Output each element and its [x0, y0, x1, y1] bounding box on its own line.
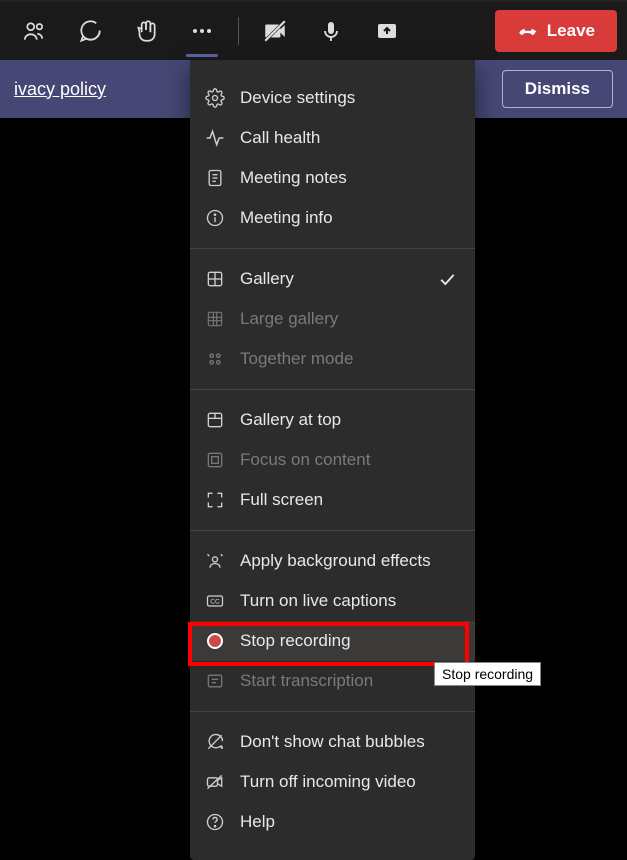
menu-stop-recording[interactable]: Stop recording: [190, 621, 475, 661]
people-button[interactable]: [10, 7, 58, 55]
chat-off-icon: [204, 731, 226, 753]
menu-call-health[interactable]: Call health: [190, 118, 475, 158]
camera-off-button[interactable]: [251, 7, 299, 55]
leave-button[interactable]: Leave: [495, 10, 617, 52]
menu-separator: [190, 389, 475, 390]
menu-label: Turn off incoming video: [240, 772, 416, 792]
transcript-icon: [204, 670, 226, 692]
menu-full-screen[interactable]: Full screen: [190, 480, 475, 520]
chat-button[interactable]: [66, 7, 114, 55]
menu-start-transcription: Start transcription: [190, 661, 475, 701]
dismiss-label: Dismiss: [525, 79, 590, 98]
notes-icon: [204, 167, 226, 189]
focus-icon: [204, 449, 226, 471]
pulse-icon: [204, 127, 226, 149]
menu-label: Don't show chat bubbles: [240, 732, 425, 752]
help-icon: [204, 811, 226, 833]
menu-turn-on-live-captions[interactable]: CC Turn on live captions: [190, 581, 475, 621]
tooltip-stop-recording: Stop recording: [434, 662, 541, 686]
menu-separator: [190, 248, 475, 249]
menu-label: Turn on live captions: [240, 591, 396, 611]
active-indicator: [186, 54, 218, 57]
fullscreen-icon: [204, 489, 226, 511]
menu-label: Help: [240, 812, 275, 832]
menu-apply-background-effects[interactable]: Apply background effects: [190, 541, 475, 581]
menu-label: Meeting info: [240, 208, 333, 228]
menu-label: Start transcription: [240, 671, 373, 691]
toolbar-divider: [238, 17, 239, 45]
share-button[interactable]: [363, 7, 411, 55]
menu-label: Full screen: [240, 490, 323, 510]
effects-icon: [204, 550, 226, 572]
grid-icon: [204, 268, 226, 290]
reactions-button[interactable]: [122, 7, 170, 55]
check-icon: [437, 269, 457, 289]
layout-top-icon: [204, 409, 226, 431]
svg-text:CC: CC: [210, 599, 220, 606]
info-icon: [204, 207, 226, 229]
menu-large-gallery: Large gallery: [190, 299, 475, 339]
menu-dont-show-chat-bubbles[interactable]: Don't show chat bubbles: [190, 722, 475, 762]
hangup-icon: [517, 20, 539, 42]
menu-device-settings[interactable]: Device settings: [190, 78, 475, 118]
menu-separator: [190, 530, 475, 531]
cc-icon: CC: [204, 590, 226, 612]
more-actions-menu: Device settings Call health Meeting note…: [190, 60, 475, 860]
menu-focus-on-content: Focus on content: [190, 440, 475, 480]
privacy-policy-link[interactable]: ivacy policy: [14, 79, 106, 100]
menu-meeting-notes[interactable]: Meeting notes: [190, 158, 475, 198]
menu-label: Large gallery: [240, 309, 338, 329]
menu-separator: [190, 711, 475, 712]
gear-icon: [204, 87, 226, 109]
leave-label: Leave: [547, 21, 595, 41]
menu-label: Stop recording: [240, 631, 351, 651]
dismiss-button[interactable]: Dismiss: [502, 70, 613, 108]
menu-label: Apply background effects: [240, 551, 431, 571]
menu-gallery[interactable]: Gallery: [190, 259, 475, 299]
record-icon: [204, 630, 226, 652]
meeting-toolbar: Leave: [0, 0, 627, 60]
menu-help[interactable]: Help: [190, 802, 475, 842]
menu-label: Focus on content: [240, 450, 370, 470]
menu-label: Call health: [240, 128, 320, 148]
menu-label: Meeting notes: [240, 168, 347, 188]
menu-label: Together mode: [240, 349, 353, 369]
mic-button[interactable]: [307, 7, 355, 55]
menu-label: Gallery: [240, 269, 294, 289]
video-off-icon: [204, 771, 226, 793]
together-icon: [204, 348, 226, 370]
menu-turn-off-incoming-video[interactable]: Turn off incoming video: [190, 762, 475, 802]
more-actions-button[interactable]: [178, 7, 226, 55]
large-grid-icon: [204, 308, 226, 330]
menu-together-mode: Together mode: [190, 339, 475, 379]
menu-meeting-info[interactable]: Meeting info: [190, 198, 475, 238]
menu-label: Gallery at top: [240, 410, 341, 430]
menu-gallery-at-top[interactable]: Gallery at top: [190, 400, 475, 440]
menu-label: Device settings: [240, 88, 355, 108]
